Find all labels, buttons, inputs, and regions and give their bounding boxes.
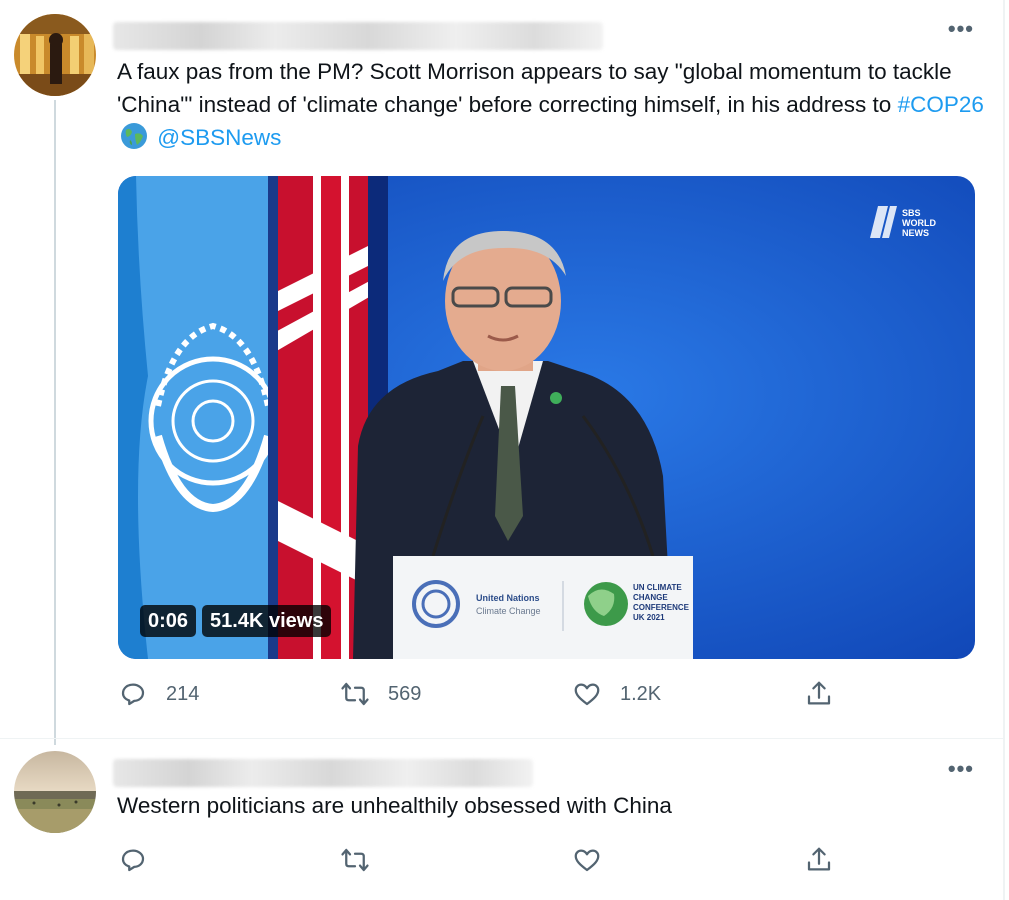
podium-badge-1: UN CLIMATE	[633, 583, 682, 592]
video-overlay: 0:06 51.4K views	[140, 605, 332, 637]
like-count: 1.2K	[620, 682, 662, 705]
reply-icon	[121, 849, 145, 872]
tweet[interactable]: ••• A faux pas from the PM? Scott Morris…	[0, 0, 1000, 745]
watermark-line-3: NEWS	[902, 228, 929, 238]
podium-text-1: United Nations	[476, 593, 540, 603]
share-button[interactable]	[804, 679, 834, 709]
globe-emoji-icon	[119, 121, 149, 151]
action-bar	[118, 845, 848, 885]
tweet-body: A faux pas from the PM? Scott Morrison a…	[117, 59, 952, 117]
podium-badge-3: CONFERENCE	[633, 603, 690, 612]
like-icon	[574, 683, 600, 706]
thread-line	[54, 100, 56, 745]
avatar[interactable]	[14, 14, 96, 96]
podium-badge-4: UK 2021	[633, 613, 665, 622]
more-icon[interactable]: •••	[948, 758, 974, 780]
share-icon	[807, 681, 831, 705]
more-icon[interactable]: •••	[948, 18, 974, 40]
retweet-icon	[341, 848, 369, 872]
reply-count: 214	[166, 682, 200, 705]
tweet-divider	[0, 738, 1003, 739]
reply-icon	[121, 683, 145, 706]
tweet-text: Western politicians are unhealthily obse…	[117, 793, 672, 818]
retweet-button[interactable]: 569	[340, 679, 421, 709]
like-icon	[574, 849, 600, 872]
video-views: 51.4K views	[202, 605, 332, 637]
timeline-border	[1003, 0, 1005, 900]
like-button[interactable]	[572, 845, 620, 875]
hashtag-link[interactable]: #COP26	[898, 92, 984, 117]
reply-button[interactable]	[118, 845, 166, 875]
like-button[interactable]: 1.2K	[572, 679, 661, 709]
retweet-button[interactable]	[340, 845, 388, 875]
tweet-text: A faux pas from the PM? Scott Morrison a…	[117, 55, 987, 154]
video-duration: 0:06	[140, 605, 197, 637]
redacted-username	[113, 22, 603, 50]
share-button[interactable]	[804, 845, 834, 875]
tweet[interactable]: ••• Western politicians are unhealthily …	[0, 745, 1000, 900]
retweet-icon	[341, 682, 369, 706]
redacted-username	[113, 759, 533, 787]
podium-text-2: Climate Change	[476, 606, 541, 616]
retweet-count: 569	[388, 682, 422, 705]
reply-button[interactable]: 214	[118, 679, 199, 709]
watermark-line-2: WORLD	[902, 218, 936, 228]
action-bar: 214 569 1.2K	[118, 679, 848, 719]
share-icon	[807, 847, 831, 871]
mention-link[interactable]: @SBSNews	[157, 125, 281, 150]
video-player[interactable]: United Nations Climate Change UN CLIMATE…	[118, 176, 975, 659]
podium-badge-2: CHANGE	[633, 593, 668, 602]
avatar[interactable]	[14, 751, 96, 833]
watermark-line-1: SBS	[902, 208, 921, 218]
